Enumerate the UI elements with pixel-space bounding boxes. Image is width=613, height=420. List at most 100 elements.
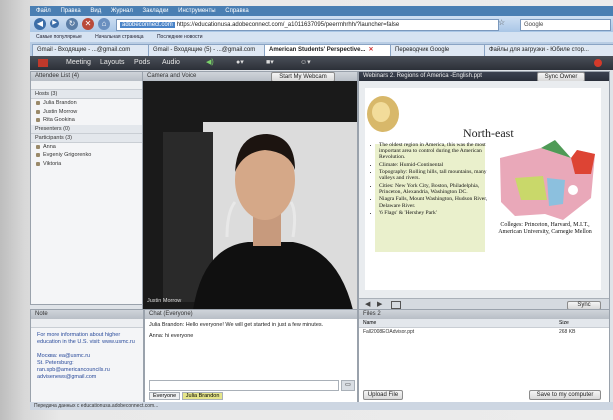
chat-tab-private[interactable]: Julia Brandon (181, 392, 224, 400)
url-text: https://educationusa.adobeconnect.com/_a… (176, 22, 400, 28)
attendee-item[interactable]: Evgeniy Grigorenko (31, 151, 143, 160)
tab-gmail-1[interactable]: Gmail - Входящие - ...@gmail.com (32, 44, 150, 56)
sync-owner-button[interactable]: Sync Owner (537, 72, 585, 81)
fullscreen-icon[interactable] (391, 301, 401, 309)
bookmark-item[interactable]: Самые популярные (36, 34, 82, 40)
bookmark-item[interactable]: Последние новости (157, 34, 203, 40)
pod-title: Note (31, 310, 143, 319)
tab-label: Gmail - Входящие (5) - ...@gmail.com (153, 47, 256, 53)
slide-bullet: Cities: New York City, Boston, Philadelp… (379, 183, 489, 195)
webcam-person-image (143, 82, 357, 310)
stop-icon[interactable]: ✕ (82, 18, 94, 30)
slide-bullets: The oldest region in America, this was t… (373, 142, 489, 217)
group-presenters[interactable]: Presenters (0) (31, 124, 143, 134)
tab-label: Переводчик Google (395, 47, 450, 53)
forward-icon[interactable]: ▶ (50, 19, 59, 28)
next-slide-icon[interactable]: ▶ (377, 300, 382, 308)
menu-edit[interactable]: Правка (60, 8, 80, 14)
browser-window: Файл Правка Вид Журнал Закладки Инструме… (30, 6, 613, 410)
previous-slide-icon[interactable]: ◀ (365, 300, 370, 308)
camera-pod-title: Camera and Voice (147, 73, 197, 79)
note-toolbar (31, 319, 143, 328)
slide-bullet: The oldest region in America, this was t… (379, 142, 489, 161)
menu-view[interactable]: Вид (90, 8, 101, 14)
menu-layouts[interactable]: Layouts (100, 56, 125, 70)
pod-title: Chat (Everyone) (145, 310, 357, 319)
bookmark-star-icon[interactable]: ☆ (498, 18, 505, 27)
files-header-name: Name (363, 320, 377, 326)
menu-bookmarks[interactable]: Закладки (143, 8, 169, 14)
attendee-item[interactable]: Julia Brandon (31, 99, 143, 108)
files-header-row: Name Size (359, 319, 609, 328)
menu-meeting[interactable]: Meeting (66, 56, 91, 70)
tab-label: American Students' Perspective... (269, 47, 366, 53)
send-message-icon[interactable]: ▭ (341, 380, 355, 391)
menu-tools[interactable]: Инструменты (178, 8, 215, 14)
save-to-computer-button[interactable]: Save to my computer (529, 390, 601, 400)
group-hosts[interactable]: Hosts (3) (31, 90, 143, 99)
reload-icon[interactable]: ↻ (66, 18, 78, 30)
tab-strip: Gmail - Входящие - ...@gmail.com Gmail -… (30, 42, 613, 56)
pod-title: Webinars 2. Regions of America -English.… (359, 72, 609, 81)
menu-history[interactable]: Журнал (111, 8, 133, 14)
connect-menubar: Meeting Layouts Pods Audio ◀) ●▾ ■▾ ☺▾ (30, 56, 613, 70)
chat-tabs: Everyone Julia Brandon (149, 392, 224, 401)
chat-pod: Chat (Everyone) Julia Brandon: Hello eve… (144, 309, 358, 403)
chat-input[interactable] (149, 380, 339, 391)
camera-voice-pod: Camera and Voice Start My Webcam Justin … (142, 71, 358, 311)
webcam-video: Justin Morrow (143, 82, 357, 310)
attendee-toolbar (31, 81, 143, 90)
search-input[interactable]: Google (520, 19, 611, 31)
file-row[interactable]: Fall2008EOAdvisor.ppt 268 KB (359, 328, 609, 336)
attendee-item[interactable]: Viktoria (31, 160, 143, 169)
speaker-icon[interactable]: ◀) (206, 56, 214, 70)
status-icon[interactable]: ☺▾ (300, 56, 311, 70)
slide-title: North-east (463, 126, 514, 140)
share-pod: Webinars 2. Regions of America -English.… (358, 71, 610, 311)
close-tab-icon[interactable]: ✕ (368, 47, 373, 53)
camera-name-label: Justin Morrow (147, 298, 182, 304)
note-pod: Note For more information about higher e… (30, 309, 144, 403)
start-webcam-button[interactable]: Start My Webcam (271, 72, 335, 81)
slide-bullet: Niagra Falls, Mount Washington, Hudson R… (379, 196, 489, 208)
tab-label: Файлы для загрузки - Юбиле стор... (489, 47, 589, 53)
menu-pods[interactable]: Pods (134, 56, 150, 70)
address-bar[interactable]: adobeconnect.com https://educationusa.ado… (116, 19, 499, 31)
upload-file-button[interactable]: Upload File (363, 390, 403, 400)
slide-colleges: Colleges: Princeton, Harvard, M.I.T., Am… (498, 222, 592, 235)
tab-webinar[interactable]: American Students' Perspective... ✕ (264, 44, 392, 56)
browser-status-bar: Передача данных с educationusa.adobeconn… (30, 402, 613, 410)
menu-audio[interactable]: Audio (162, 56, 180, 70)
file-name: Fall2008EOAdvisor.ppt (363, 329, 415, 335)
menu-help[interactable]: Справка (225, 8, 249, 14)
tab-downloads[interactable]: Файлы для загрузки - Юбиле стор... (484, 44, 613, 56)
adobe-logo-icon (38, 59, 48, 67)
attendee-item[interactable]: Rita Gookina (31, 116, 143, 125)
tab-label: Gmail - Входящие - ...@gmail.com (37, 47, 131, 53)
files-pod: Files 2 Name Size Fall2008EOAdvisor.ppt … (358, 309, 610, 403)
note-content[interactable]: For more information about higher educat… (31, 328, 143, 385)
bookmark-item[interactable]: Начальная страница (95, 34, 143, 40)
chat-message: Anna: hi everyone (149, 333, 194, 339)
group-participants[interactable]: Participants (3) (31, 133, 143, 143)
pod-title: Files 2 (359, 310, 609, 319)
bookmarks-toolbar: Самые популярные Начальная страница Посл… (30, 32, 613, 42)
browser-menubar: Файл Правка Вид Журнал Закладки Инструме… (30, 6, 613, 16)
slide-bullet: Climate: Humid-Continental (379, 162, 489, 168)
slide-bullet: '6 Flags' & 'Hershey Park' (379, 210, 489, 216)
home-icon[interactable]: ⌂ (98, 18, 110, 30)
tab-gmail-2[interactable]: Gmail - Входящие (5) - ...@gmail.com (148, 44, 266, 56)
menu-file[interactable]: Файл (36, 8, 51, 14)
attendee-item[interactable]: Justin Morrow (31, 108, 143, 117)
share-pod-title: Webinars 2. Regions of America -English.… (363, 73, 482, 79)
chat-tab-everyone[interactable]: Everyone (149, 392, 181, 400)
site-identity[interactable]: adobeconnect.com (120, 22, 175, 28)
file-size: 268 KB (559, 329, 576, 335)
presentation-slide: North-east The oldest region in America,… (365, 88, 601, 290)
record-indicator-icon (594, 59, 602, 67)
microphone-icon[interactable]: ●▾ (236, 56, 244, 70)
webcam-icon[interactable]: ■▾ (266, 56, 274, 70)
back-icon[interactable]: ◀ (34, 18, 46, 30)
tab-translate[interactable]: Переводчик Google (390, 44, 486, 56)
attendee-item[interactable]: Anna (31, 143, 143, 152)
